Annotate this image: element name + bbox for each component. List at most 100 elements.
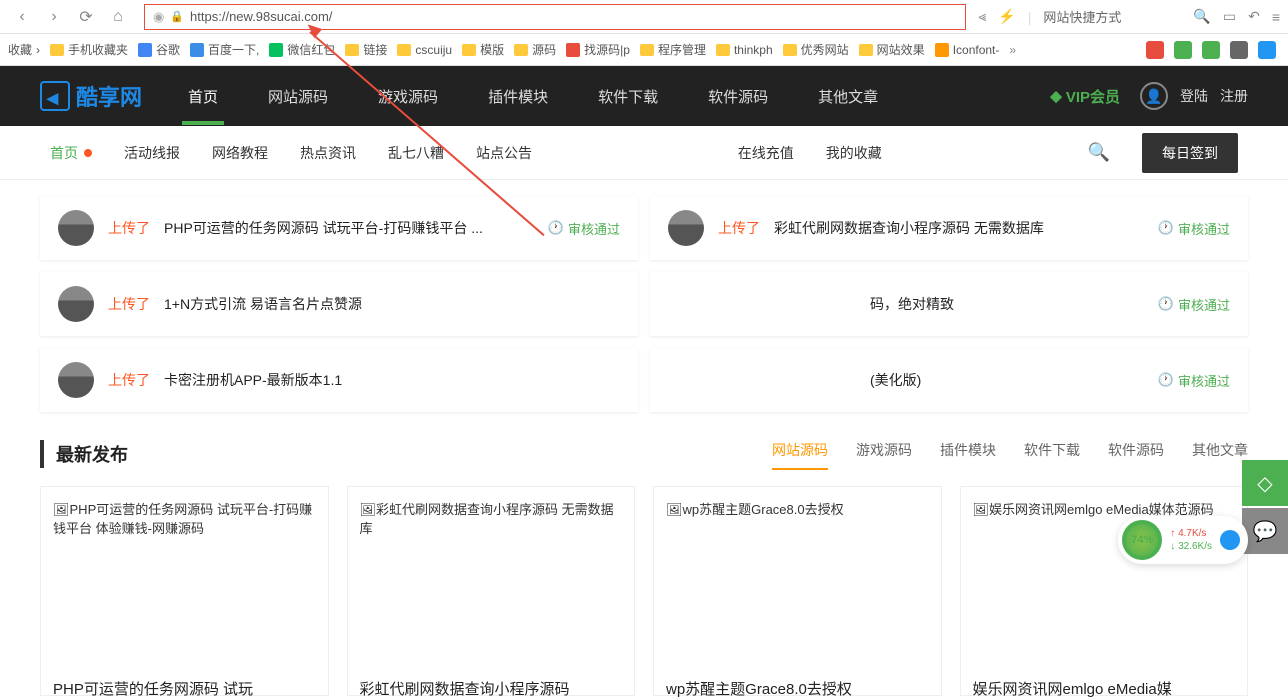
speed-widget[interactable]: 74% ↑ 4.7K/s ↓ 32.6K/s — [1118, 516, 1248, 564]
tab-item[interactable]: 游戏源码 — [856, 440, 912, 468]
back-button[interactable]: ‹ — [8, 3, 36, 31]
logo[interactable]: 酷享网 — [40, 80, 142, 112]
nav-item[interactable]: 软件源码 — [702, 68, 774, 125]
chat-button[interactable]: 💬 — [1242, 508, 1288, 554]
tool-icon[interactable] — [1230, 41, 1248, 59]
upload-row[interactable]: 上传了 彩虹代刷网数据查询小程序源码 无需数据库 🕐 审核通过 — [650, 196, 1248, 260]
bookmark-item[interactable]: 链接 — [345, 41, 387, 58]
tool-icon[interactable] — [1174, 41, 1192, 59]
bookmark-item[interactable]: 网站效果 — [859, 41, 925, 58]
search-icon[interactable]: 🔍 — [1088, 142, 1110, 163]
site-icon — [566, 43, 580, 57]
content-card[interactable]: 🖼PHP可运营的任务网源码 试玩平台-打码赚钱平台 体验赚钱-网赚源码 PHP可… — [40, 486, 329, 696]
upload-title: 彩虹代刷网数据查询小程序源码 无需数据库 — [774, 218, 1144, 238]
content-card[interactable]: 🖼彩虹代刷网数据查询小程序源码 无需数据库 彩虹代刷网数据查询小程序源码 — [347, 486, 636, 696]
bookmark-item[interactable]: 源码 — [514, 41, 556, 58]
subnav-item[interactable]: 网络教程 — [212, 143, 268, 163]
tab-item[interactable]: 网站源码 — [772, 440, 828, 468]
refresh-button[interactable]: ⟳ — [72, 3, 100, 31]
card-image-alt: 🖼PHP可运营的任务网源码 试玩平台-打码赚钱平台 体验赚钱-网赚源码 — [53, 499, 316, 537]
cards-grid: 🖼PHP可运营的任务网源码 试玩平台-打码赚钱平台 体验赚钱-网赚源码 PHP可… — [40, 486, 1248, 696]
subnav-item[interactable]: 热点资讯 — [300, 143, 356, 163]
vip-link[interactable]: ◆ VIP会员 — [1050, 86, 1120, 107]
dot-icon — [84, 149, 92, 157]
bookmark-item[interactable]: cscuiju — [397, 43, 452, 57]
globe-icon: ◉ — [153, 9, 164, 25]
forward-button[interactable]: › — [40, 3, 68, 31]
register-link[interactable]: 注册 — [1220, 86, 1248, 106]
upload-label: 上传了 — [108, 370, 150, 390]
tab-item[interactable]: 其他文章 — [1192, 440, 1248, 468]
tab-item[interactable]: 软件下载 — [1024, 440, 1080, 468]
status-badge: 🕐 审核通过 — [1158, 219, 1230, 238]
subnav-item[interactable]: 我的收藏 — [826, 143, 882, 163]
section-header: 最新发布 网站源码 游戏源码 插件模块 软件下载 软件源码 其他文章 — [40, 440, 1248, 468]
tab-item[interactable]: 软件源码 — [1108, 440, 1164, 468]
speed-badge-icon[interactable] — [1220, 530, 1240, 550]
bookmark-item[interactable]: Iconfont- — [935, 43, 1000, 57]
bookmark-item[interactable]: 优秀网站 — [783, 41, 849, 58]
bookmark-tools — [1146, 41, 1276, 59]
subnav-item[interactable]: 乱七八糟 — [388, 143, 444, 163]
nav-item[interactable]: 网站源码 — [262, 68, 334, 125]
bookmark-item[interactable]: 程序管理 — [640, 41, 706, 58]
bookmark-item[interactable]: 收藏 › — [8, 41, 40, 58]
folder-icon — [345, 44, 359, 56]
bookmark-item[interactable]: 手机收藏夹 — [50, 41, 128, 58]
nav-items: 首页 网站源码 游戏源码 插件模块 软件下载 软件源码 其他文章 — [182, 68, 1050, 125]
speed-percent: 74% — [1122, 520, 1162, 560]
tab-item[interactable]: 插件模块 — [940, 440, 996, 468]
share-icon[interactable]: ⪡ — [978, 8, 986, 25]
subnav-item[interactable]: 活动线报 — [124, 143, 180, 163]
upload-row[interactable]: (美化版) 🕐 审核通过 — [650, 348, 1248, 412]
subnav-item[interactable]: 在线充值 — [738, 143, 794, 163]
more-icon[interactable]: » — [1009, 43, 1016, 57]
tool-icon[interactable] — [1258, 41, 1276, 59]
bolt-icon[interactable]: ⚡ — [998, 8, 1015, 25]
bookmark-item[interactable]: thinkph — [716, 43, 773, 57]
search-icon[interactable]: 🔍 — [1193, 8, 1210, 25]
site-icon — [935, 43, 949, 57]
content-card[interactable]: 🖼wp苏醒主题Grace8.0去授权 wp苏醒主题Grace8.0去授权 — [653, 486, 942, 696]
user-area: 👤 登陆 注册 — [1140, 82, 1248, 110]
upload-row[interactable]: 码，绝对精致 🕐 审核通过 — [650, 272, 1248, 336]
sub-nav: 首页 活动线报 网络教程 热点资讯 乱七八糟 站点公告 在线充值 我的收藏 🔍 … — [0, 126, 1288, 180]
card-title: 彩虹代刷网数据查询小程序源码 — [360, 678, 623, 699]
signin-button[interactable]: 每日签到 — [1142, 133, 1238, 173]
logo-text: 酷享网 — [76, 80, 142, 112]
bookmark-item[interactable]: 找源码|p — [566, 41, 630, 58]
shortcut-label[interactable]: 网站快捷方式 — [1043, 7, 1121, 26]
section-tabs: 网站源码 游戏源码 插件模块 软件下载 软件源码 其他文章 — [772, 440, 1248, 468]
bookmark-item[interactable]: 模版 — [462, 41, 504, 58]
address-bar[interactable]: ◉ 🔒 https://new.98sucai.com/ — [144, 4, 966, 30]
subnav-home[interactable]: 首页 — [50, 143, 92, 163]
login-link[interactable]: 登陆 — [1180, 86, 1208, 106]
upload-row[interactable]: 上传了 PHP可运营的任务网源码 试玩平台-打码赚钱平台 ... 🕐 审核通过 — [40, 196, 638, 260]
nav-home[interactable]: 首页 — [182, 68, 224, 125]
home-button[interactable]: ⌂ — [104, 3, 132, 31]
subnav-item[interactable]: 站点公告 — [476, 143, 532, 163]
nav-item[interactable]: 插件模块 — [482, 68, 554, 125]
folder-icon — [397, 44, 411, 56]
user-avatar-icon — [668, 210, 704, 246]
upload-row[interactable]: 上传了 1+N方式引流 易语言名片点赞源 — [40, 272, 638, 336]
tool-icon[interactable] — [1146, 41, 1164, 59]
diamond-button[interactable]: ◇ — [1242, 460, 1288, 506]
bookmark-item[interactable]: 百度一下, — [190, 41, 259, 58]
card-title: wp苏醒主题Grace8.0去授权 — [666, 678, 929, 699]
upload-row[interactable]: 上传了 卡密注册机APP-最新版本1.1 — [40, 348, 638, 412]
folder-icon — [50, 44, 64, 56]
upload-title: 1+N方式引流 易语言名片点赞源 — [164, 294, 620, 314]
menu-icon[interactable]: ≡ — [1272, 9, 1280, 25]
upload-title: (美化版) — [870, 370, 1144, 390]
nav-item[interactable]: 其他文章 — [812, 68, 884, 125]
toolbar-right: ⪡ ⚡ | 网站快捷方式 🔍 ▭ ↶ ≡ — [978, 7, 1280, 26]
undo-icon[interactable]: ↶ — [1248, 8, 1260, 25]
nav-item[interactable]: 软件下载 — [592, 68, 664, 125]
mobile-icon[interactable]: ▭ — [1223, 8, 1236, 25]
tool-icon[interactable] — [1202, 41, 1220, 59]
bookmark-item[interactable]: 谷歌 — [138, 41, 180, 58]
upload-label: 上传了 — [108, 218, 150, 238]
avatar-icon[interactable]: 👤 — [1140, 82, 1168, 110]
folder-icon — [859, 44, 873, 56]
